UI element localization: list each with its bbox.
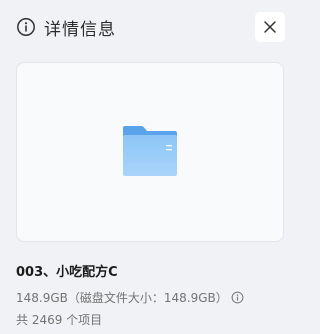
info-icon[interactable] (231, 291, 244, 304)
file-preview (16, 62, 284, 242)
details-panel: 详情信息 003、小吃配方C 148.9GB（磁盘文件大小：148.9GB） 共… (0, 0, 301, 334)
info-icon (17, 18, 35, 36)
file-size-text: 148.9GB（磁盘文件大小：148.9GB） (16, 291, 228, 305)
close-icon (264, 21, 276, 33)
panel-title: 详情信息 (44, 19, 116, 40)
close-button[interactable] (255, 12, 285, 42)
folder-icon (123, 126, 177, 176)
panel-header: 详情信息 (16, 14, 116, 40)
file-size-row: 148.9GB（磁盘文件大小：148.9GB） (16, 289, 244, 306)
item-count: 共 2469 个项目 (16, 313, 103, 327)
file-name: 003、小吃配方C (16, 265, 118, 280)
